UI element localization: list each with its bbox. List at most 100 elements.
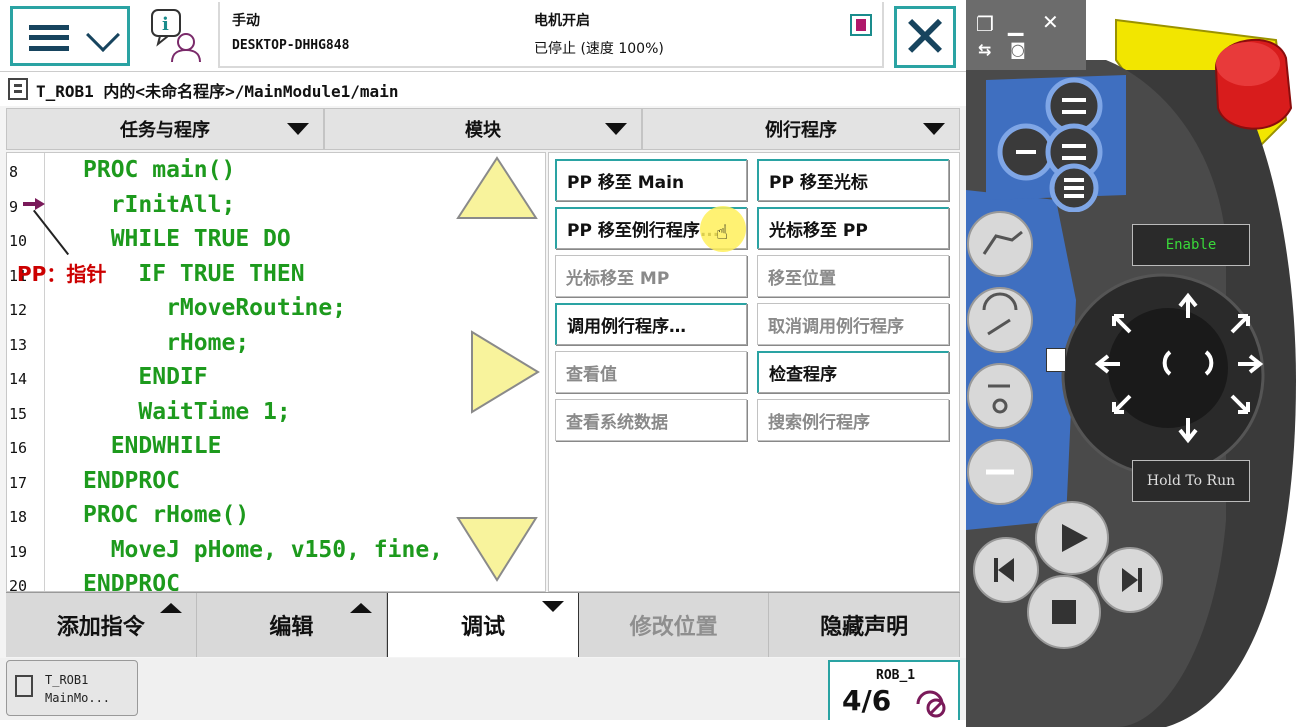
close-icon[interactable]: ✕ — [1042, 10, 1059, 34]
caret-up-icon — [350, 603, 373, 613]
check-program-button[interactable]: 检查程序 — [757, 351, 949, 393]
code-line[interactable]: rHome; — [83, 330, 249, 356]
code-line[interactable]: IF TRUE THEN — [83, 261, 304, 287]
line-number: 16 — [9, 439, 28, 457]
code-line[interactable]: ENDWHILE — [83, 433, 222, 459]
debug-label: 调试 — [460, 615, 505, 640]
caret-up-icon — [159, 603, 182, 613]
caret-down-icon — [541, 601, 564, 612]
edit-label: 编辑 — [269, 615, 314, 640]
top-bar: i 手动 DESKTOP-DHHG848 电机开启 已停止 (速度 100%) … — [0, 0, 966, 72]
programmable-keys — [997, 77, 1103, 212]
caret-down-icon — [287, 123, 309, 135]
operating-mode: 手动 — [232, 13, 260, 29]
main-menu-button[interactable] — [10, 6, 130, 66]
svg-text:i: i — [162, 14, 169, 35]
emergency-stop-button[interactable] — [1206, 28, 1296, 138]
flexpendant-screen: i 手动 DESKTOP-DHHG848 电机开启 已停止 (速度 100%) … — [0, 0, 966, 727]
program-status: 已停止 (速度 100%) — [534, 41, 664, 57]
module-name: MainMo... — [45, 691, 111, 705]
hold-to-run-panel[interactable]: Hold To Run — [1132, 460, 1250, 502]
code-line[interactable]: MoveJ pHome, v150, fine, — [83, 537, 443, 563]
line-number: 17 — [9, 473, 28, 492]
close-button[interactable]: ✕ — [894, 6, 956, 68]
joystick[interactable] — [1058, 270, 1268, 480]
line-number: 13 — [9, 335, 28, 354]
bottom-edge — [0, 720, 966, 727]
tab-modules[interactable]: 模块 — [324, 108, 642, 150]
event-log-icon[interactable]: i — [150, 8, 204, 64]
scroll-up-button[interactable] — [456, 156, 538, 220]
cursor-to-mp-button[interactable]: 光标移至 MP — [555, 255, 747, 297]
pp-to-main-button[interactable]: PP 移至 Main — [555, 159, 747, 201]
speed-icon — [916, 690, 946, 718]
modify-position-label: 修改位置 — [629, 615, 718, 640]
stylus-slot-icon — [1046, 348, 1066, 372]
program-pointer-icon — [23, 198, 45, 210]
scroll-down-button[interactable] — [456, 516, 538, 582]
search-routine-button[interactable]: 搜索例行程序 — [757, 399, 949, 441]
tab-routines[interactable]: 例行程序 — [642, 108, 960, 150]
caret-down-icon — [923, 123, 945, 135]
chevron-down-icon — [86, 18, 120, 52]
line-number: 18 — [9, 508, 28, 526]
line-number: 15 — [9, 404, 28, 423]
code-line[interactable]: PROC rHome() — [83, 502, 249, 528]
bottom-toolbar: 添加指令 编辑 调试 修改位置 隐藏声明 — [6, 592, 960, 657]
hide-declarations-button[interactable]: 隐藏声明 — [769, 593, 960, 657]
taskbar: T_ROB1 MainMo... ROB_1 4/6 — [0, 658, 966, 727]
task-name: T_ROB1 — [45, 673, 89, 687]
cursor-to-pp-button[interactable]: 光标移至 PP — [757, 207, 949, 249]
line-number: 8 — [9, 163, 19, 181]
add-instruction-label: 添加指令 — [56, 615, 145, 640]
code-line[interactable]: rInitAll; — [83, 192, 236, 218]
hold-to-run-label: Hold To Run — [1146, 473, 1236, 489]
pp-to-cursor-button[interactable]: PP 移至光标 — [757, 159, 949, 201]
program-editor-icon — [8, 78, 28, 100]
view-value-button[interactable]: 查看值 — [555, 351, 747, 393]
line-number: 12 — [9, 301, 28, 319]
enable-panel[interactable]: Enable — [1132, 224, 1250, 266]
restore-icon[interactable]: ❐ — [976, 12, 994, 36]
go-to-position-button[interactable]: 移至位置 — [757, 255, 949, 297]
enable-label: Enable — [1165, 237, 1217, 253]
program-editor-icon — [15, 675, 33, 697]
code-line[interactable]: WaitTime 1; — [83, 399, 290, 425]
selector-tabs: 任务与程序 模块 例行程序 — [6, 108, 960, 150]
camera-icon[interactable]: ◙ — [1010, 40, 1026, 59]
quickset-button[interactable]: ROB_1 4/6 — [828, 660, 960, 722]
scroll-right-button[interactable] — [470, 330, 540, 414]
cancel-call-routine-button[interactable]: 取消调用例行程序 — [757, 303, 949, 345]
code-line[interactable]: ENDIF — [83, 364, 207, 390]
code-line[interactable]: PROC main() — [83, 157, 235, 183]
motor-status: 电机开启 — [534, 13, 590, 29]
view-system-data-button[interactable]: 查看系统数据 — [555, 399, 747, 441]
robot-name: ROB_1 — [876, 668, 916, 683]
code-line[interactable]: WHILE TRUE DO — [83, 226, 291, 252]
code-line[interactable]: ENDPROC — [83, 468, 180, 494]
tab-label: 模块 — [465, 120, 501, 141]
pendant-hardware: ❐ ▁ ✕ ⇆ ◙ Enable Hold To Run — [966, 0, 1296, 727]
code-line[interactable]: ENDPROC — [83, 571, 180, 591]
tab-tasks-programs[interactable]: 任务与程序 — [6, 108, 324, 150]
robot-count: 4/6 — [842, 684, 892, 717]
modify-position-button[interactable]: 修改位置 — [578, 593, 770, 657]
code-line[interactable]: rMoveRoutine; — [83, 295, 346, 321]
hand-cursor-icon: ☝ — [716, 220, 729, 244]
debug-menu: PP 移至 Main PP 移至光标 PP 移至例行程序... 光标移至 PP … — [548, 152, 960, 592]
swap-icon[interactable]: ⇆ — [978, 40, 991, 59]
tab-label: 任务与程序 — [120, 120, 210, 141]
taskbar-program-editor[interactable]: T_ROB1 MainMo... — [6, 660, 138, 716]
controller-name: DESKTOP-DHHG848 — [232, 38, 350, 53]
status-panel[interactable]: 手动 DESKTOP-DHHG848 电机开启 已停止 (速度 100%) — [218, 2, 884, 68]
add-instruction-button[interactable]: 添加指令 — [6, 593, 197, 657]
minimize-icon[interactable]: ▁ — [1008, 12, 1023, 36]
debug-button[interactable]: 调试 — [387, 593, 579, 657]
edit-button[interactable]: 编辑 — [196, 593, 388, 657]
program-run-keys — [973, 501, 1163, 649]
status-flag-icon — [850, 14, 872, 36]
tab-label: 例行程序 — [765, 120, 837, 141]
line-number: 19 — [9, 542, 28, 561]
call-routine-button[interactable]: 调用例行程序… — [555, 303, 747, 345]
line-number: 20 — [9, 577, 28, 592]
